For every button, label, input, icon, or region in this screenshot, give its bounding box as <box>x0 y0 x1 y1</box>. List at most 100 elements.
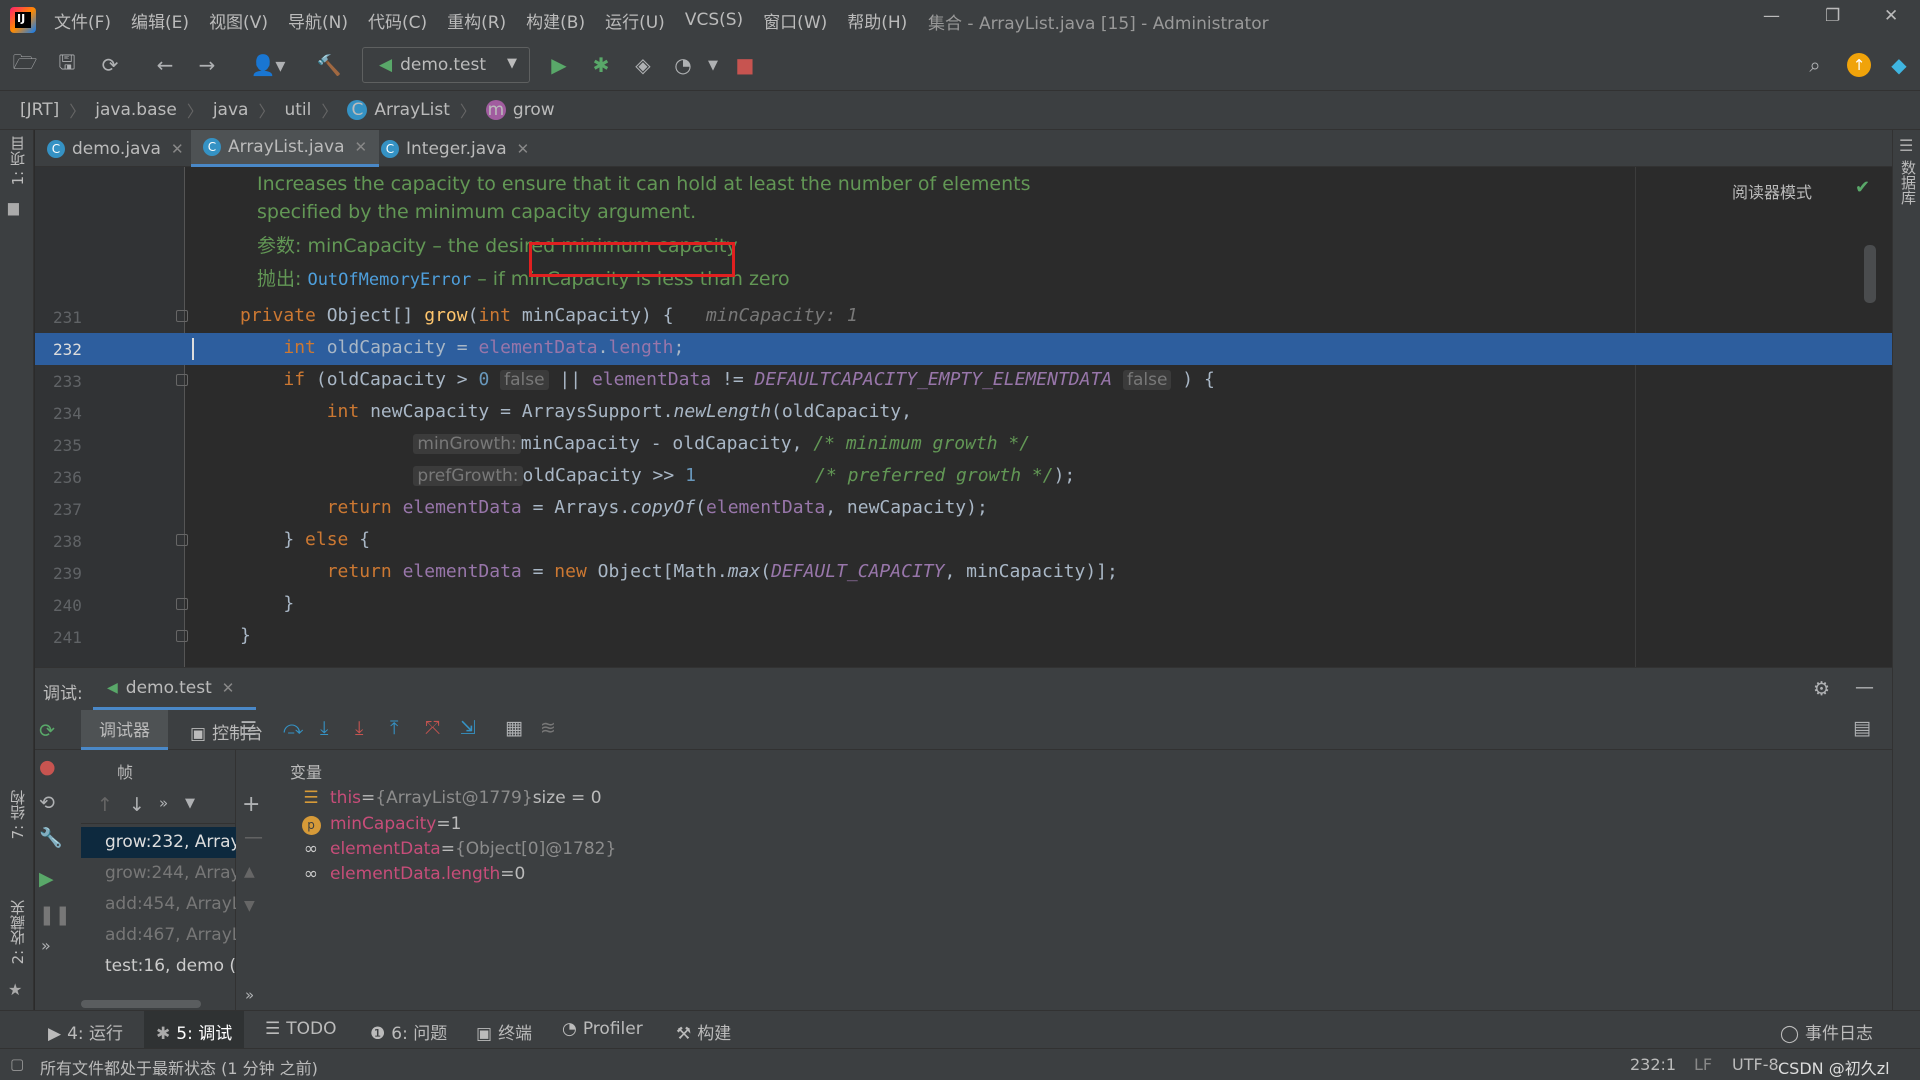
forward-icon[interactable]: → <box>194 52 220 78</box>
tab-debugger[interactable]: 调试器 <box>81 710 168 750</box>
sync-icon[interactable]: ⟳ <box>97 52 123 78</box>
remove-watch-icon[interactable]: — <box>244 826 263 848</box>
code-editor[interactable]: 阅读器模式 ✔ Increases the capacity to ensure… <box>35 167 1892 667</box>
event-log-button[interactable]: ◯ 事件日志 <box>1780 1019 1873 1044</box>
tool-terminal[interactable]: ▣ 终端 <box>476 1019 532 1044</box>
close-icon[interactable]: ✕ <box>222 679 235 697</box>
resume-icon[interactable]: ▶ <box>39 868 54 890</box>
intellij-logo-icon[interactable]: IJ <box>10 7 36 33</box>
tool-run[interactable]: ▶ 4: 运行 <box>48 1019 123 1044</box>
debug-session-tab[interactable]: ◀ demo.test ✕ <box>93 668 257 710</box>
search-icon[interactable]: ⌕ <box>1802 52 1828 78</box>
coverage-icon[interactable]: ◈ <box>630 52 656 78</box>
editor-scrollbar[interactable] <box>1864 245 1876 303</box>
menu-build[interactable]: 构建(B) <box>526 8 585 33</box>
fold-icon[interactable] <box>176 598 188 610</box>
menu-refactor[interactable]: 重构(R) <box>447 8 506 33</box>
variable-row[interactable]: p minCapacity = 1 <box>300 810 461 838</box>
fold-icon[interactable] <box>176 534 188 546</box>
drop-frame-icon[interactable]: ⤧ <box>425 717 440 739</box>
move-down-icon[interactable]: ▼ <box>244 898 255 914</box>
pause-icon[interactable]: ❚❚ <box>39 904 71 926</box>
variable-row[interactable]: ☰ this = {ArrayList@1779} size = 0 <box>300 784 601 812</box>
frame-item[interactable]: grow:232, ArrayList <box>81 827 236 858</box>
tool-problems[interactable]: ❶ 6: 问题 <box>370 1019 447 1044</box>
rerun-icon[interactable]: ⟳ <box>39 720 55 742</box>
build-hammer-icon[interactable]: 🔨 <box>316 52 342 78</box>
close-icon[interactable]: ✕ <box>355 138 368 156</box>
force-step-into-icon[interactable]: ⤓ <box>355 717 363 739</box>
menu-window[interactable]: 窗口(W) <box>763 8 827 33</box>
back-icon[interactable]: ← <box>152 52 178 78</box>
refresh-icon[interactable]: ⟲ <box>39 792 55 814</box>
crumb-jrt[interactable]: [JRT] <box>20 100 59 120</box>
wrench-icon[interactable]: 🔧 <box>39 826 63 849</box>
run-icon[interactable]: ▶ <box>546 52 572 78</box>
stop-icon[interactable]: ■ <box>732 52 758 78</box>
file-encoding[interactable]: UTF-8 <box>1732 1055 1779 1074</box>
open-folder-icon[interactable]: 🗁 <box>12 50 38 78</box>
run-configuration-select[interactable]: ◀ demo.test ▼ <box>362 47 530 83</box>
frame-item[interactable]: add:467, ArrayList <box>81 920 236 951</box>
tab-demo-java[interactable]: C demo.java ✕ <box>35 130 196 167</box>
jetbrains-toolbox-icon[interactable]: ◆ <box>1886 52 1912 78</box>
crumb-java-base[interactable]: java.base <box>95 100 177 120</box>
menu-navigate[interactable]: 导航(N) <box>288 8 348 33</box>
profile-icon[interactable]: ◔ <box>670 52 696 78</box>
crumb-java[interactable]: java <box>213 100 249 120</box>
tab-integer-java[interactable]: C Integer.java ✕ <box>369 130 541 167</box>
menu-view[interactable]: 视图(V) <box>209 8 268 33</box>
favorites-tool-button[interactable]: 2: 收藏夹 <box>7 900 28 964</box>
fold-icon[interactable] <box>176 310 188 322</box>
variable-row[interactable]: ∞ elementData = {Object[0]@1782} <box>300 835 616 863</box>
menu-file[interactable]: 文件(F) <box>54 8 111 33</box>
close-window-button[interactable]: ✕ <box>1884 6 1898 26</box>
variable-row[interactable]: ∞ elementData.length = 0 <box>300 860 525 888</box>
show-execution-point-icon[interactable]: ☰ <box>240 718 257 740</box>
step-into-icon[interactable]: ⤓ <box>320 717 328 739</box>
status-toggle-icon[interactable]: ▢ <box>10 1055 24 1073</box>
crumb-util[interactable]: util <box>284 100 311 120</box>
menu-edit[interactable]: 编辑(E) <box>131 8 189 33</box>
fold-icon[interactable] <box>176 630 188 642</box>
down-arrow-icon[interactable]: ↓ <box>129 794 145 816</box>
menu-vcs[interactable]: VCS(S) <box>685 10 743 30</box>
step-out-icon[interactable]: ⤒ <box>390 717 398 739</box>
gear-icon[interactable]: ⚙ <box>1813 678 1830 700</box>
evaluate-expression-icon[interactable]: ▦ <box>505 717 523 739</box>
line-separator[interactable]: LF <box>1694 1055 1712 1074</box>
fold-icon[interactable] <box>176 374 188 386</box>
crumb-arraylist[interactable]: C ArrayList <box>347 100 450 120</box>
menu-help[interactable]: 帮助(H) <box>847 8 907 33</box>
step-over-icon[interactable]: ⤼ <box>283 717 303 739</box>
reader-mode-toggle[interactable]: 阅读器模式 <box>1732 179 1812 203</box>
filter-dropdown-icon[interactable]: ▼ <box>185 796 195 811</box>
view-breakpoints-icon[interactable]: ● <box>39 756 56 778</box>
tab-arraylist-java[interactable]: C ArrayList.java ✕ <box>191 130 380 167</box>
more-icon[interactable]: » <box>159 794 168 812</box>
more-icon[interactable]: » <box>41 936 51 955</box>
close-icon[interactable]: ✕ <box>517 140 530 158</box>
add-watch-icon[interactable]: + <box>242 792 260 817</box>
layout-settings-icon[interactable]: ▤ <box>1853 717 1871 739</box>
project-tool-button[interactable]: 1: 项目 <box>7 136 28 185</box>
doc-throws-link[interactable]: OutOfMemoryError <box>307 270 471 290</box>
run-to-cursor-icon[interactable]: ⇲ <box>460 717 476 739</box>
more-icon[interactable]: » <box>245 986 254 1004</box>
up-arrow-icon[interactable]: ↑ <box>97 794 113 816</box>
caret-position[interactable]: 232:1 <box>1630 1055 1676 1074</box>
structure-tool-button[interactable]: 7: 结构 <box>7 790 28 839</box>
database-tool-button[interactable]: 数据库 <box>1898 160 1919 205</box>
tool-profiler[interactable]: ◔ Profiler <box>562 1019 643 1039</box>
restore-button[interactable]: ❐ <box>1825 6 1840 26</box>
minimize-panel-icon[interactable]: — <box>1855 676 1874 698</box>
user-dropdown-icon[interactable]: 👤▾ <box>248 52 288 78</box>
frame-item[interactable]: test:16, demo (c <box>81 951 236 982</box>
move-up-icon[interactable]: ▲ <box>244 864 255 880</box>
save-icon[interactable]: 🖫 <box>54 50 80 78</box>
minimize-button[interactable]: — <box>1763 6 1780 26</box>
menu-code[interactable]: 代码(C) <box>368 8 427 33</box>
frames-scrollbar[interactable] <box>81 1000 201 1008</box>
menu-run[interactable]: 运行(U) <box>605 8 665 33</box>
tool-todo[interactable]: ☰ TODO <box>265 1019 337 1039</box>
